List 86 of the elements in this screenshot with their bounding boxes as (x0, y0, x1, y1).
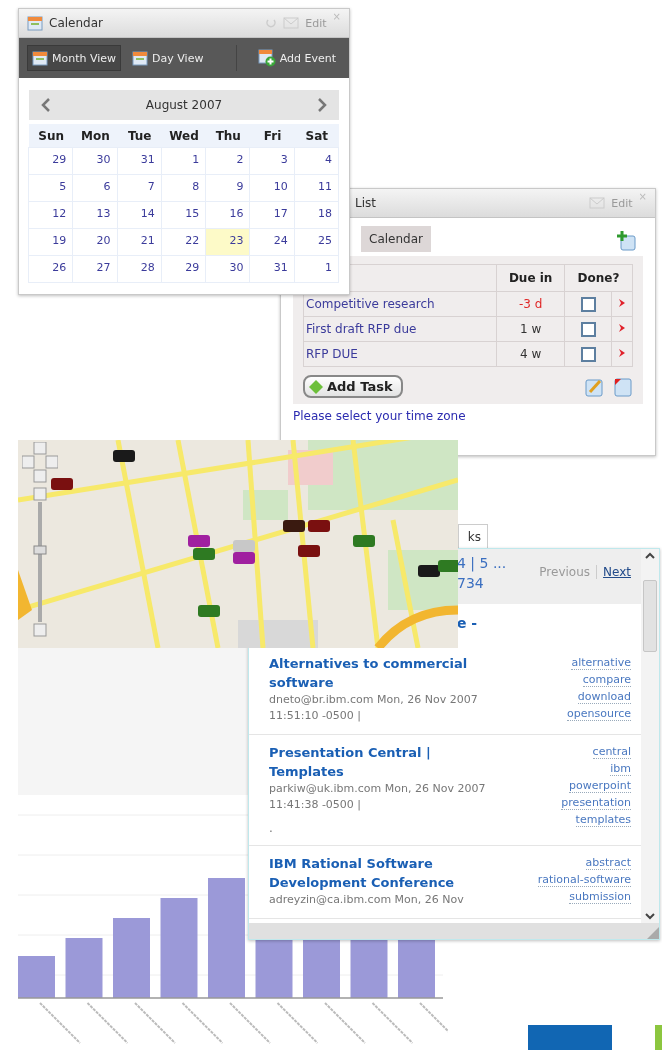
weekday-header: Mon (73, 124, 118, 148)
tag-link[interactable]: ibm (610, 762, 631, 776)
tag-link[interactable]: central (592, 745, 631, 759)
done-checkbox[interactable] (580, 321, 596, 337)
tag-link[interactable]: alternative (571, 656, 631, 670)
axis-label (181, 1002, 224, 1044)
time-zone-link[interactable]: Please select your time zone (293, 409, 466, 423)
weekday-header: Thu (206, 124, 251, 148)
scrollbar[interactable] (641, 549, 659, 923)
tag-link[interactable]: templates (575, 813, 631, 827)
window-title: List (355, 196, 376, 210)
view-tab[interactable]: Day View (127, 45, 209, 71)
bookmark-meta: parkiw@uk.ibm.com Mon, 26 Nov 2007 11:41:38 -0500 | (269, 781, 487, 813)
axis-label (371, 1002, 414, 1044)
bookmarks-tab[interactable]: ks (458, 524, 488, 550)
delete-icon[interactable] (618, 323, 626, 333)
month-title: August 2007 (145, 98, 223, 112)
tag-link[interactable]: presentation (561, 796, 631, 810)
add-task-button[interactable]: Add Task (303, 375, 403, 398)
weekday-header: Wed (161, 124, 207, 148)
page-icon[interactable] (613, 376, 633, 397)
bookmark-note: . (269, 821, 274, 835)
scroll-up-icon[interactable] (644, 551, 656, 561)
tag-link[interactable]: submission (569, 890, 631, 904)
bookmark-title[interactable]: Alternatives to commercial software (269, 654, 497, 692)
calendar-icon (32, 50, 48, 66)
calendar-icon (132, 50, 149, 66)
scroll-down-icon[interactable] (644, 911, 656, 921)
tag-link[interactable]: download (577, 690, 631, 704)
previous-icon[interactable] (41, 97, 51, 113)
weekday-header: Sat (294, 124, 339, 148)
bookmark-title[interactable]: IBM Rational Software Development Conference (269, 854, 497, 892)
axis-label (276, 1002, 319, 1044)
column-header: Done? (564, 264, 633, 292)
view-tab[interactable]: Month View (27, 45, 122, 71)
bookmark-meta: adreyzin@ca.ibm.com Mon, 26 Nov (269, 892, 465, 908)
day-cell[interactable]: 4 (293, 147, 339, 175)
task-name[interactable]: First draft RFP due (303, 316, 497, 342)
delete-icon[interactable] (618, 298, 626, 308)
calendar-tab[interactable]: Calendar (361, 226, 431, 252)
zoom-control[interactable] (22, 442, 58, 638)
due-cell: -3 d (496, 291, 565, 317)
weekday-header: Fri (250, 124, 295, 148)
due-cell: 4 w (496, 341, 565, 367)
axis-label (229, 1002, 271, 1044)
calendar-icon (27, 15, 43, 31)
map-drawing[interactable] (18, 440, 458, 648)
diamond-icon (309, 379, 323, 394)
axis-label (134, 1002, 176, 1044)
task-name[interactable]: RFP DUE (303, 341, 497, 367)
bookmark-title[interactable]: Presentation Central | Templates (269, 743, 497, 781)
add-event-button[interactable]: Add Event (252, 44, 341, 72)
weekday-header: Sun (29, 124, 74, 148)
window-title: Calendar (49, 16, 103, 30)
delete-icon[interactable] (618, 348, 626, 358)
resize-grip-icon[interactable] (647, 927, 659, 939)
tag-link[interactable]: powerpoint (568, 779, 631, 793)
scroll-thumb[interactable] (643, 580, 657, 652)
tag-link[interactable]: abstract (585, 856, 631, 870)
edit-icon[interactable] (585, 376, 605, 397)
day-cell[interactable]: 26 (28, 255, 74, 283)
day-cell[interactable]: 23 (205, 228, 251, 256)
bar (65, 938, 103, 998)
tag-link[interactable]: compare (582, 673, 631, 687)
axis-label (324, 1002, 366, 1044)
page-links[interactable]: 4 | 5 ... (457, 555, 507, 571)
done-checkbox[interactable] (580, 296, 596, 312)
bookmark-meta: dneto@br.ibm.com Mon, 26 Nov 2007 11:51:10 -0500 | (269, 692, 479, 724)
calendar-add-icon (257, 49, 276, 67)
weekday-header: Tue (117, 124, 162, 148)
due-cell: 1 w (496, 316, 565, 342)
bookmark-title[interactable]: e - (457, 615, 478, 631)
total-count: 734 (457, 575, 485, 591)
column-header: Due in (496, 264, 565, 292)
partial-tile (655, 1025, 662, 1050)
axis-label (86, 1002, 129, 1044)
next-icon[interactable] (317, 97, 327, 113)
done-checkbox[interactable] (580, 346, 596, 362)
day-cell[interactable]: 1 (293, 255, 339, 283)
bar (18, 956, 55, 998)
next-link[interactable]: Next (603, 565, 631, 579)
tag-link[interactable]: opensource (567, 707, 631, 721)
tag-link[interactable]: rational-software (537, 873, 631, 887)
day-cell[interactable]: 29 (28, 147, 74, 175)
axis-label (39, 1002, 81, 1044)
add-page-icon[interactable] (615, 230, 637, 252)
